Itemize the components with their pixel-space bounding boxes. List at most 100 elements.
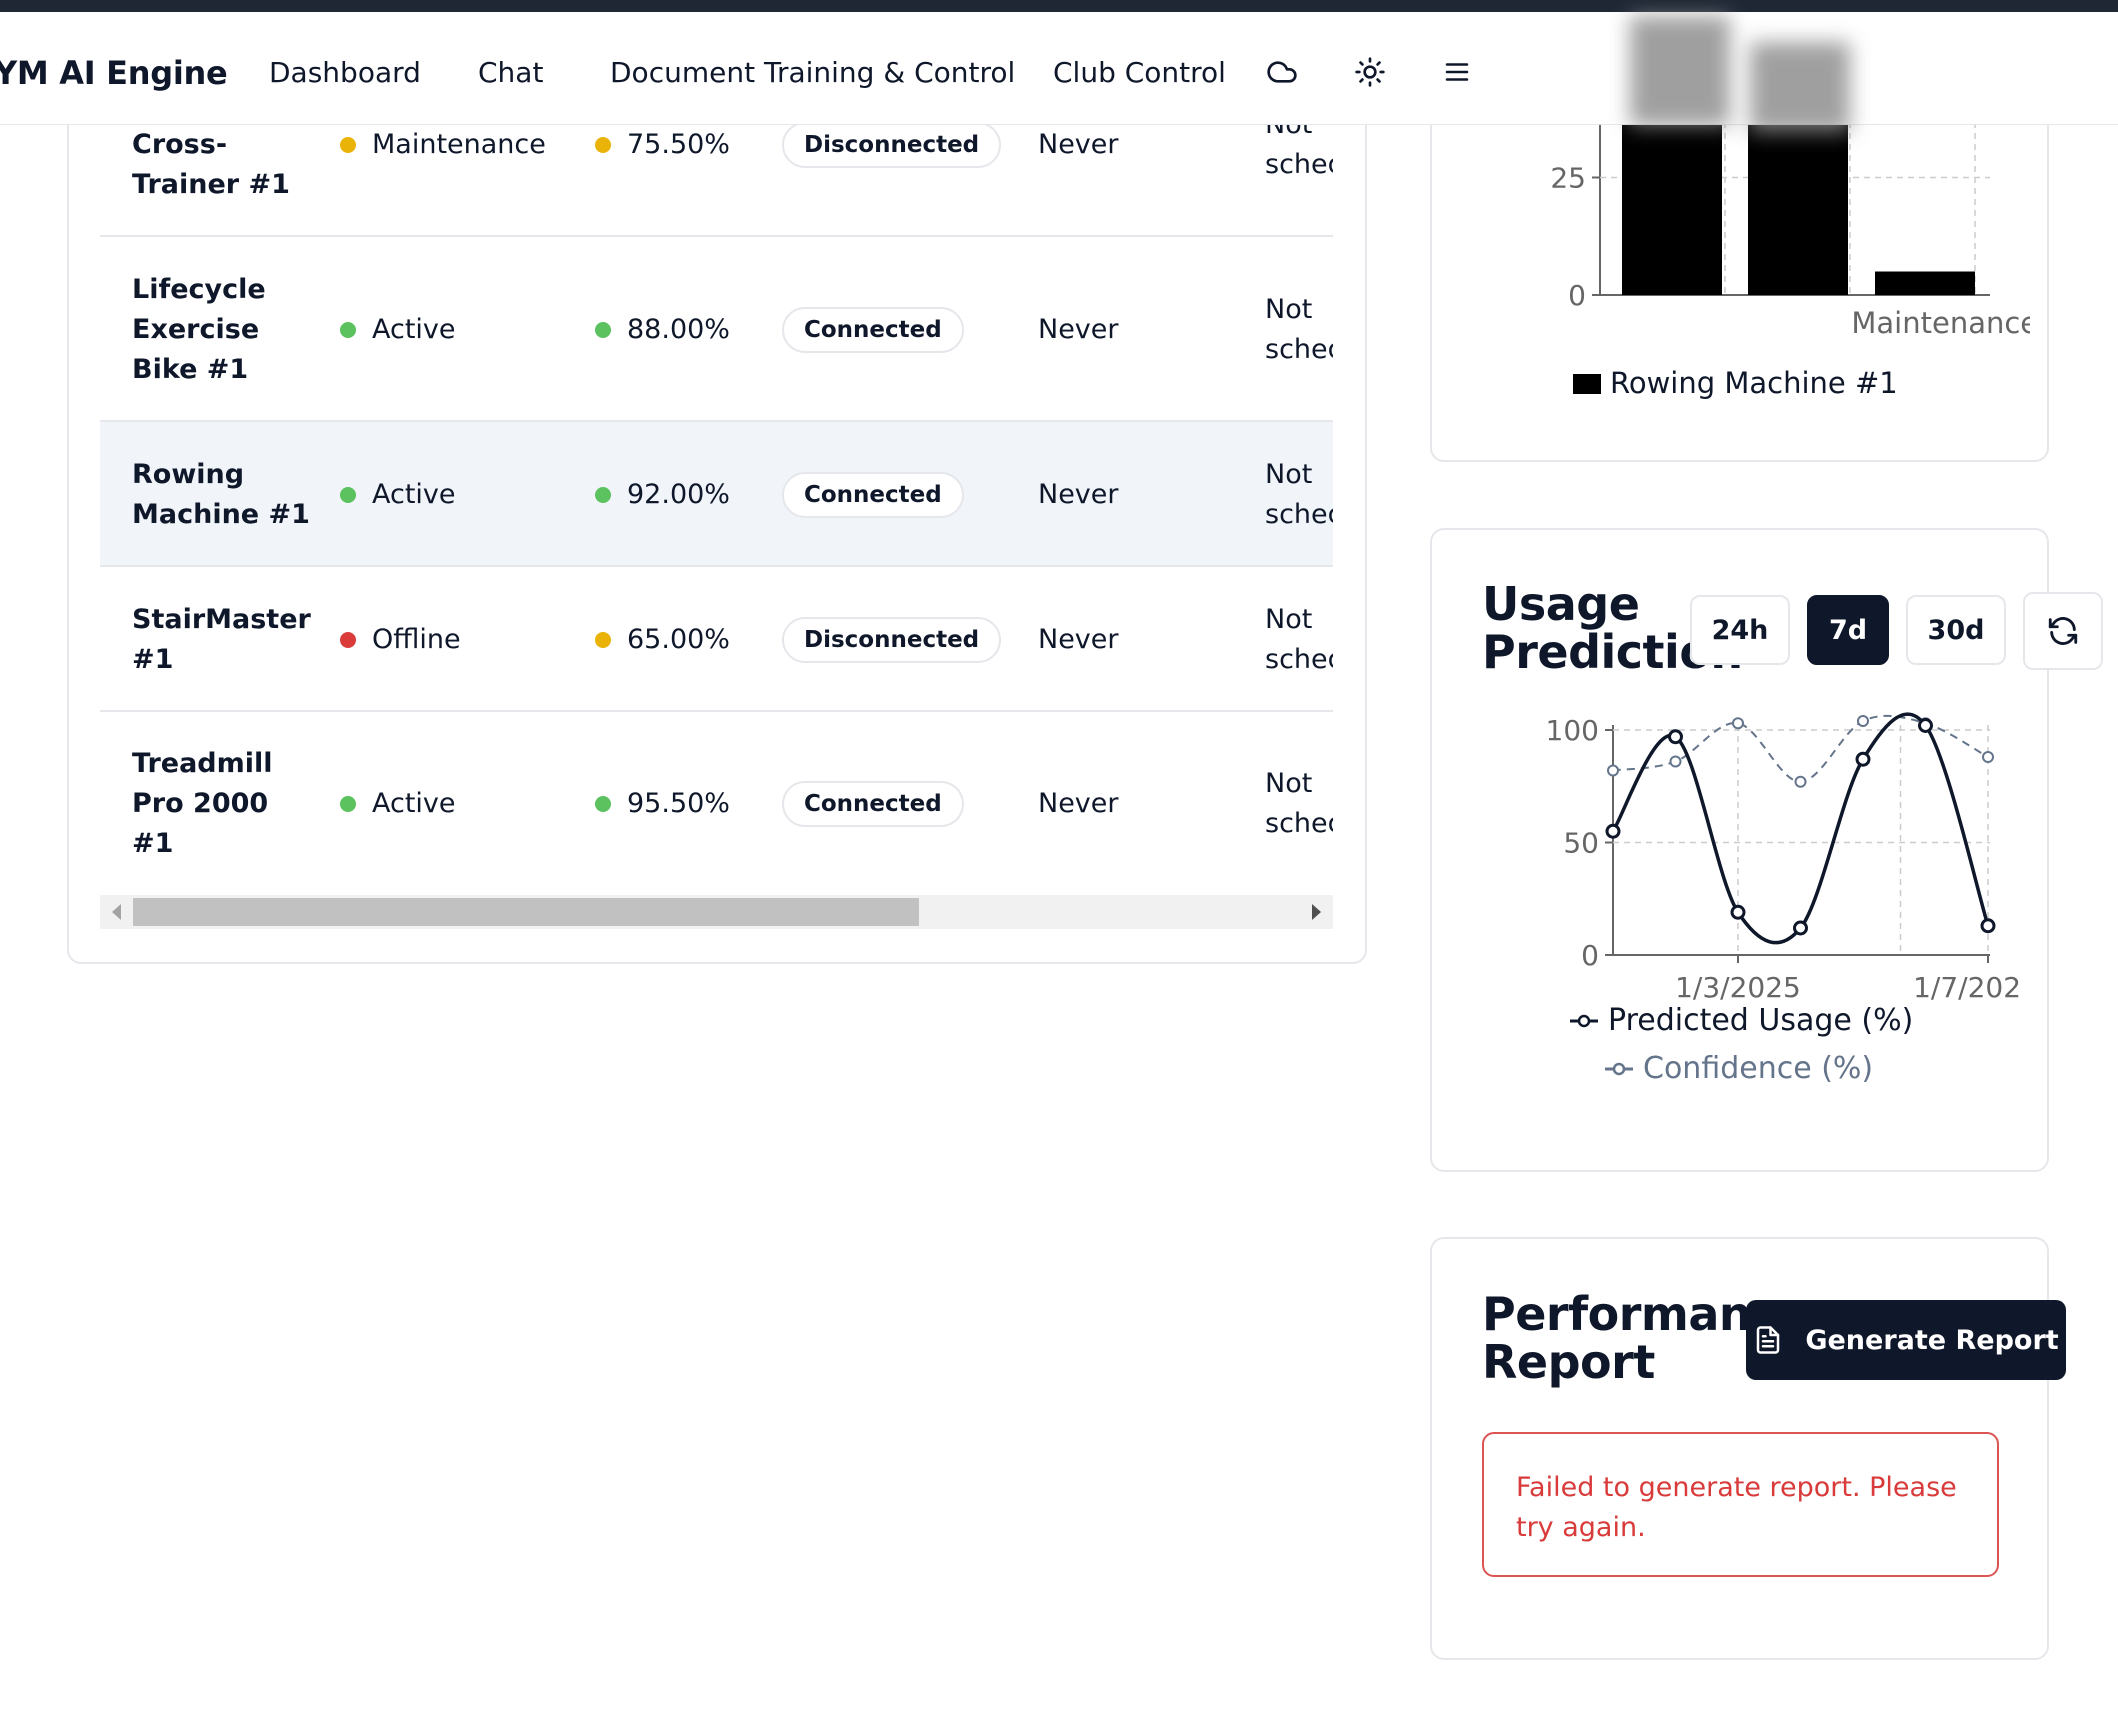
performance-report-title: Performance Report	[1482, 1287, 1809, 1389]
usage-prediction-title: Usage Prediction	[1482, 577, 1743, 679]
performance-dot	[595, 321, 611, 338]
maintenance-score-chart: 0 25 Maintenance Score Rowing Machine #1	[1550, 100, 2030, 400]
y-tick-label: 50	[1563, 827, 1599, 860]
y-tick-label: 100	[1546, 714, 1599, 747]
horizontal-scrollbar[interactable]	[100, 895, 1333, 929]
redacted-area	[1750, 42, 1850, 132]
status-label: Active	[372, 313, 456, 345]
legend-marker	[1612, 1062, 1626, 1076]
predicted-usage-line	[1611, 712, 1990, 945]
predicted-usage-point	[1668, 729, 1683, 745]
last-maintenance: Never	[1038, 478, 1119, 510]
performance-value: 88.00%	[627, 313, 730, 345]
nav-club-control[interactable]: Club Control	[1053, 56, 1226, 89]
x-tick-label: 1/3/2025	[1675, 971, 1801, 1004]
performance-value: 75.50%	[627, 129, 730, 160]
generate-report-label: Generate Report	[1805, 1324, 2059, 1356]
confidence-point	[1857, 715, 1869, 727]
range-30d-button[interactable]: 30d	[1906, 595, 2006, 665]
legend-swatch	[1573, 374, 1601, 394]
error-alert: Failed to generate report. Please try ag…	[1482, 1432, 1999, 1577]
y-tick-label: 25	[1550, 162, 1586, 195]
status-cell: Active	[340, 784, 456, 824]
table-row[interactable]: StairMaster #1 Offline 65.00% Disconnected N…	[100, 567, 1333, 712]
status-dot	[340, 321, 356, 338]
legend-label: Rowing Machine #1	[1610, 366, 1898, 400]
redacted-area	[1630, 16, 1730, 126]
cloud-icon[interactable]	[1260, 50, 1304, 94]
predicted-usage-point	[1918, 718, 1933, 733]
top-navbar: YM AI Engine Dashboard Chat Document Tra…	[0, 12, 2118, 132]
next-maintenance: Not sched	[1265, 293, 1333, 365]
equipment-name: Lifecycle Exercise Bike #1	[132, 273, 266, 385]
nav-chat[interactable]: Chat	[478, 56, 543, 89]
table-row[interactable]: Treadmill Pro 2000 #1 Active 95.50% Connect…	[100, 712, 1333, 895]
equipment-table: Cross- Trainer #1 Maintenance 75.50% Discon…	[100, 125, 1333, 895]
performance-value: 92.00%	[627, 478, 730, 510]
predicted-usage-point	[1855, 751, 1871, 767]
equipment-name: Treadmill Pro 2000 #1	[132, 747, 273, 859]
bar	[1748, 107, 1848, 295]
equipment-name: Rowing Machine #1	[132, 458, 310, 530]
status-dot	[340, 486, 356, 503]
performance-value: 95.50%	[627, 787, 730, 819]
performance-dot	[595, 486, 611, 503]
scroll-thumb[interactable]	[133, 898, 919, 926]
window-top-strip	[0, 0, 2118, 12]
connection-badge: Connected	[782, 471, 964, 518]
nav-dashboard[interactable]: Dashboard	[269, 56, 421, 89]
performance-cell: 92.00%	[595, 475, 730, 515]
last-maintenance: Never	[1038, 623, 1119, 655]
bar	[1622, 107, 1722, 295]
bar	[1875, 271, 1975, 295]
last-maintenance: Never	[1038, 787, 1119, 819]
legend-label: Confidence (%)	[1643, 1051, 1873, 1086]
legend-marker	[1577, 1014, 1591, 1028]
legend-label: Predicted Usage (%)	[1608, 1003, 1913, 1038]
performance-value: 65.00%	[627, 623, 730, 655]
generate-report-button[interactable]: Generate Report	[1746, 1300, 2066, 1380]
app-brand[interactable]: YM AI Engine	[0, 54, 228, 92]
status-cell: Offline	[340, 620, 461, 660]
performance-cell: 95.50%	[595, 784, 730, 824]
status-dot	[340, 631, 356, 648]
refresh-icon	[2048, 617, 2078, 645]
sun-icon[interactable]	[1348, 50, 1392, 94]
next-maintenance: Not sched	[1265, 767, 1333, 839]
menu-icon[interactable]	[1435, 50, 1479, 94]
status-cell: Active	[340, 475, 456, 515]
range-24h-button[interactable]: 24h	[1690, 595, 1790, 665]
status-dot	[340, 795, 356, 812]
last-maintenance: Never	[1038, 313, 1119, 345]
next-maintenance: Not sched	[1265, 603, 1333, 675]
table-row[interactable]: Rowing Machine #1 Active 92.00% Connected Ne…	[100, 422, 1333, 567]
connection-badge: Disconnected	[782, 616, 1002, 663]
usage-prediction-chart: 0 50 100 1/3/2025 1/7/2025Predicted Usage (%…	[1546, 712, 2020, 1086]
table-row[interactable]: Cross- Trainer #1 Maintenance 75.50% Discon…	[100, 125, 1333, 237]
scroll-left-arrow[interactable]	[112, 904, 121, 920]
refresh-button[interactable]	[2023, 592, 2103, 670]
status-cell: Maintenance	[340, 125, 546, 165]
table-row[interactable]: Lifecycle Exercise Bike #1 Active 88.00% Co…	[100, 237, 1333, 422]
connection-badge: Connected	[782, 306, 964, 353]
predicted-usage-point	[1730, 904, 1746, 920]
performance-cell: 65.00%	[595, 620, 730, 660]
next-maintenance: Not sched	[1265, 458, 1333, 530]
equipment-name: StairMaster #1	[132, 603, 311, 675]
confidence-point	[1669, 755, 1682, 768]
performance-dot	[595, 137, 611, 153]
equipment-name: Cross- Trainer #1	[132, 129, 290, 200]
status-label: Active	[372, 478, 456, 510]
range-7d-button[interactable]: 7d	[1807, 595, 1889, 665]
confidence-point	[1982, 751, 1994, 763]
performance-dot	[595, 795, 611, 812]
status-dot	[340, 137, 356, 153]
connection-badge: Disconnected	[782, 125, 1002, 168]
connection-badge: Connected	[782, 780, 964, 827]
nav-document-training[interactable]: Document Training & Control	[610, 56, 1015, 89]
status-label: Active	[372, 787, 456, 819]
scroll-right-arrow[interactable]	[1312, 904, 1321, 920]
predicted-usage-point	[1605, 823, 1621, 839]
predicted-usage-point	[1793, 920, 1808, 936]
performance-cell: 75.50%	[595, 125, 730, 165]
